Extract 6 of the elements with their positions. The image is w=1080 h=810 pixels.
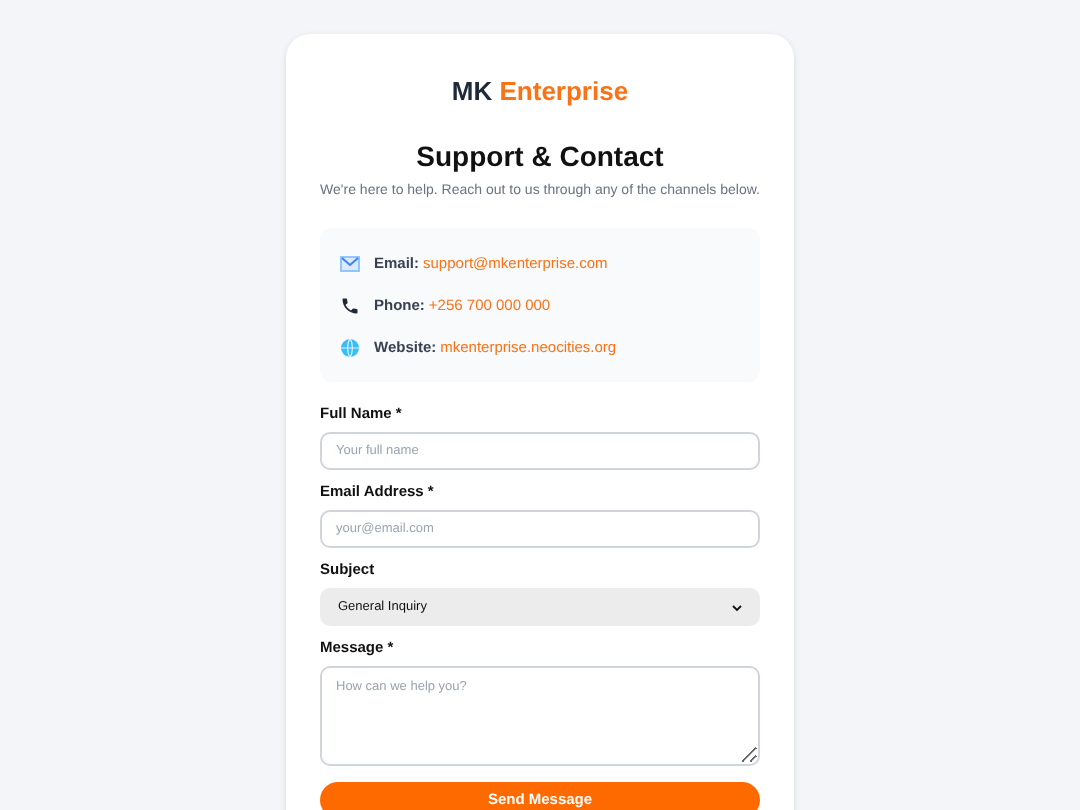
envelope-icon bbox=[340, 255, 360, 271]
brand-logo: MK Enterprise bbox=[449, 76, 631, 108]
page-title: Support & Contact bbox=[414, 138, 666, 174]
phone-icon bbox=[340, 295, 360, 315]
chevron-down-icon bbox=[732, 603, 742, 611]
globe-icon bbox=[340, 337, 360, 357]
